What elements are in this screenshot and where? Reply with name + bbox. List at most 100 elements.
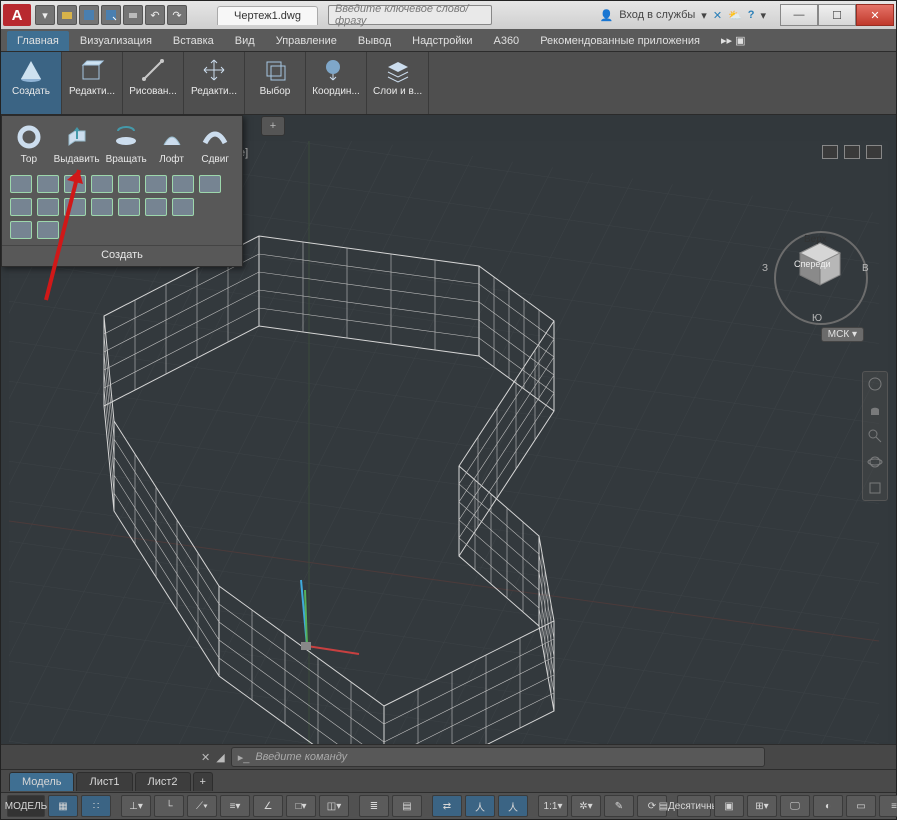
panel-edit[interactable]: Редакти... — [62, 52, 123, 114]
grid-tool[interactable] — [91, 175, 113, 193]
qat-undo-icon[interactable]: ↶ — [145, 5, 165, 25]
viewcube[interactable]: Верх Спереди З В Ю — [764, 221, 874, 341]
grid-tool[interactable] — [118, 198, 140, 216]
layout-tab-sheet1[interactable]: Лист1 — [76, 772, 132, 791]
status-3ducs-icon[interactable]: 人 — [465, 795, 495, 817]
tool-torus[interactable]: Тор — [8, 122, 50, 167]
tab-home[interactable]: Главная — [7, 31, 69, 51]
app-logo[interactable]: A — [3, 4, 31, 26]
sign-in-icon[interactable]: 👤 — [600, 9, 614, 22]
grid-tool[interactable] — [91, 198, 113, 216]
qat-print-icon[interactable] — [123, 5, 143, 25]
layout-tab-sheet2[interactable]: Лист2 — [135, 772, 191, 791]
status-otrack-icon[interactable]: □▾ — [286, 795, 316, 817]
close-button[interactable]: ✕ — [856, 4, 894, 26]
status-infercons-icon[interactable]: ⊥▾ — [121, 795, 151, 817]
grid-tool[interactable] — [64, 198, 86, 216]
status-model-toggle[interactable]: МОДЕЛЬ — [7, 795, 45, 817]
panel-create[interactable]: Создать — [1, 52, 62, 114]
grid-tool[interactable] — [10, 175, 32, 193]
cloud-icon[interactable]: ⛅ — [728, 9, 742, 22]
tab-output[interactable]: Вывод — [348, 31, 401, 51]
panel-label: Координ... — [312, 86, 360, 97]
tab-a360[interactable]: A360 — [483, 31, 529, 51]
nav-pan-icon[interactable] — [867, 402, 883, 418]
help-icon[interactable]: ? — [748, 9, 755, 21]
grid-tool[interactable] — [145, 198, 167, 216]
status-snap-icon[interactable]: ∷ — [81, 795, 111, 817]
exchange-icon[interactable]: ✕ — [713, 9, 722, 22]
tab-visualize[interactable]: Визуализация — [70, 31, 162, 51]
status-grid-icon[interactable]: ▦ — [48, 795, 78, 817]
viewport-plus-icon[interactable]: + — [261, 116, 285, 136]
panel-coords[interactable]: Координ... — [306, 52, 367, 114]
qat-saveas-icon[interactable] — [101, 5, 121, 25]
status-gear-icon[interactable]: ✲▾ — [571, 795, 601, 817]
status-scale[interactable]: 1:1▾ — [538, 795, 568, 817]
minimize-button[interactable]: — — [780, 4, 818, 26]
dropdown-footer[interactable]: Создать — [2, 245, 242, 266]
qat-save-icon[interactable] — [79, 5, 99, 25]
qat-open-icon[interactable] — [57, 5, 77, 25]
grid-tool[interactable] — [10, 221, 32, 239]
panel-select[interactable]: Выбор — [245, 52, 306, 114]
command-input[interactable]: ▸_ Введите команду — [231, 747, 765, 767]
layout-tab-add[interactable]: + — [193, 772, 213, 791]
status-workspace-icon[interactable]: ⊞▾ — [747, 795, 777, 817]
sign-in-link[interactable]: Вход в службы — [619, 9, 695, 21]
qat-new-icon[interactable]: ▾ — [35, 5, 55, 25]
tool-sweep[interactable]: Сдвиг — [194, 122, 236, 167]
status-ortho-icon[interactable]: └ — [154, 795, 184, 817]
nav-wheel-icon[interactable] — [867, 376, 883, 392]
layout-tab-model[interactable]: Модель — [9, 772, 74, 791]
status-monitor-icon[interactable]: 🖵 — [780, 795, 810, 817]
cmd-options-icon[interactable]: ◢ — [216, 751, 224, 764]
document-tab[interactable]: Чертеж1.dwg — [217, 6, 318, 25]
status-cleanscreen-icon[interactable]: ▭ — [846, 795, 876, 817]
tab-manage[interactable]: Управление — [266, 31, 347, 51]
tab-view[interactable]: Вид — [225, 31, 265, 51]
grid-tool[interactable] — [172, 175, 194, 193]
grid-tool[interactable] — [37, 175, 59, 193]
status-transparency-icon[interactable]: ▤ — [392, 795, 422, 817]
status-units[interactable]: ▤ Десятичные▾ — [677, 795, 711, 817]
status-annotate-icon[interactable]: ✎ — [604, 795, 634, 817]
panel-layers[interactable]: Слои и в... — [367, 52, 429, 114]
status-lineweight-icon[interactable]: ≣ — [359, 795, 389, 817]
status-menu-icon[interactable]: ≡ — [879, 795, 897, 817]
ucs-dropdown[interactable]: МСК ▾ — [821, 327, 864, 342]
status-qp-icon[interactable]: ▣ — [714, 795, 744, 817]
status-polar-icon[interactable]: ⟋▾ — [187, 795, 217, 817]
grid-tool[interactable] — [118, 175, 140, 193]
panel-modify[interactable]: Редакти... — [184, 52, 245, 114]
cmd-close-icon[interactable]: ✕ — [201, 751, 210, 764]
tab-overflow-icon[interactable]: ▸▸ ▣ — [711, 30, 756, 51]
nav-orbit-icon[interactable] — [867, 454, 883, 470]
status-iso-icon[interactable]: ≡▾ — [220, 795, 250, 817]
panel-draw[interactable]: Рисован... — [123, 52, 184, 114]
grid-tool[interactable] — [37, 198, 59, 216]
grid-tool[interactable] — [145, 175, 167, 193]
status-isolate-icon[interactable]: ◐ — [813, 795, 843, 817]
status-cycling-icon[interactable]: ⇄ — [432, 795, 462, 817]
tool-loft[interactable]: Лофт — [151, 122, 193, 167]
qat-redo-icon[interactable]: ↷ — [167, 5, 187, 25]
search-input[interactable]: Введите ключевое слово/фразу — [328, 5, 492, 25]
status-osnap-icon[interactable]: ∠ — [253, 795, 283, 817]
status-dynamic-ucs-icon[interactable]: 人 — [498, 795, 528, 817]
status-3dosnap-icon[interactable]: ◫▾ — [319, 795, 349, 817]
grid-tool[interactable] — [64, 175, 86, 193]
grid-tool[interactable] — [172, 198, 194, 216]
tab-addins[interactable]: Надстройки — [402, 31, 482, 51]
tab-insert[interactable]: Вставка — [163, 31, 224, 51]
grid-tool[interactable] — [37, 221, 59, 239]
nav-more-icon[interactable] — [867, 480, 883, 496]
maximize-button[interactable]: ☐ — [818, 4, 856, 26]
grid-tool[interactable] — [199, 175, 221, 193]
nav-zoom-icon[interactable] — [867, 428, 883, 444]
tool-revolve[interactable]: Вращать — [104, 122, 149, 167]
tool-extrude[interactable]: Выдавить — [52, 122, 102, 167]
grid-tool[interactable] — [10, 198, 32, 216]
panel-label: Слои и в... — [373, 86, 422, 97]
tab-featured[interactable]: Рекомендованные приложения — [530, 31, 710, 51]
